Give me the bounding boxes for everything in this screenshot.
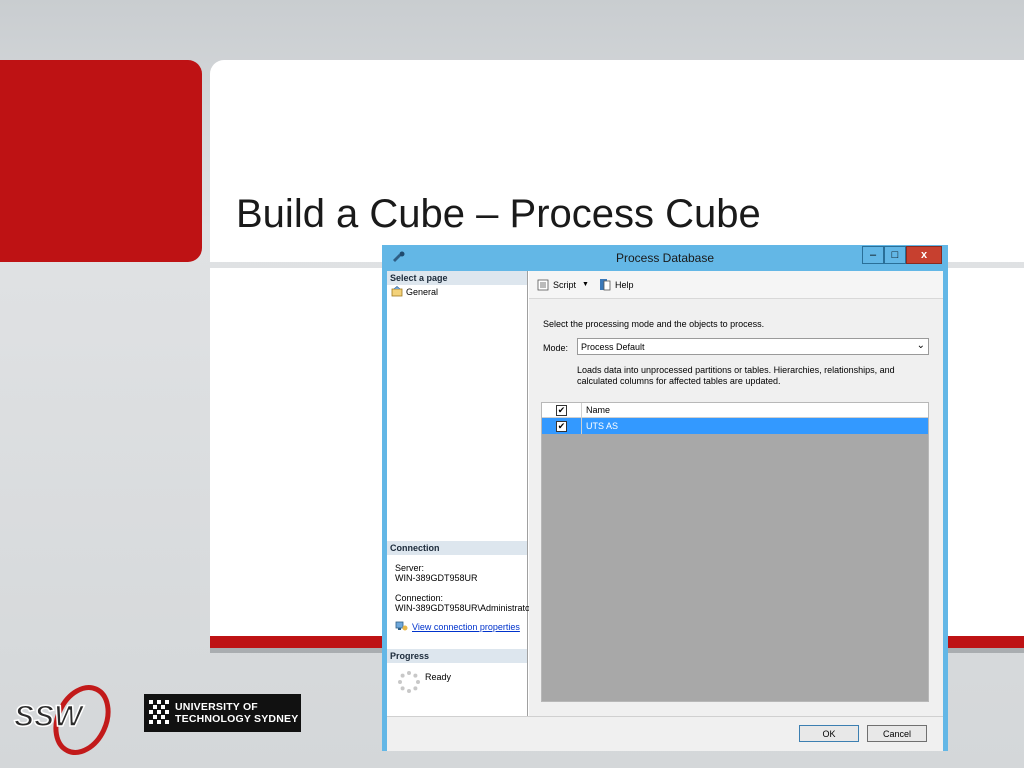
dialog-body: Select a page General Connection Server:…	[387, 271, 943, 716]
script-button[interactable]: Script ▼	[537, 279, 589, 291]
dialog-titlebar[interactable]: Process Database – □ x	[382, 245, 948, 271]
progress-spinner-icon	[398, 671, 420, 693]
chevron-down-icon[interactable]: ⌄	[917, 340, 925, 351]
general-page-icon	[391, 286, 403, 297]
uts-name-line1: UNIVERSITY OF	[175, 701, 258, 713]
mode-selected-value: Process Default	[581, 342, 645, 352]
help-button[interactable]: Help	[599, 278, 634, 291]
header-red-block	[0, 60, 202, 262]
mode-label: Mode:	[543, 343, 569, 353]
right-pane: Script ▼ Help Select the processing mode…	[529, 271, 943, 716]
progress-header: Progress	[387, 649, 527, 663]
uts-logo: UNIVERSITY OF TECHNOLOGY SYDNEY	[144, 694, 301, 732]
script-icon	[537, 279, 549, 290]
toolbar: Script ▼ Help	[529, 271, 943, 299]
table-row[interactable]: ✔ UTS AS	[542, 418, 928, 434]
ok-button[interactable]: OK	[799, 725, 859, 742]
page-item-label: General	[406, 286, 439, 297]
cube-app-icon	[393, 251, 405, 262]
connection-label: Connection:	[395, 593, 444, 603]
view-connection-properties-label: View connection properties	[412, 621, 520, 632]
mode-description: Loads data into unprocessed partitions o…	[577, 365, 895, 386]
help-icon	[599, 279, 611, 291]
svg-text:SSW: SSW	[14, 700, 85, 733]
mode-select[interactable]: Process Default ⌄	[577, 338, 929, 355]
progress-status: Ready	[397, 670, 451, 694]
script-dropdown-icon[interactable]: ▼	[582, 281, 589, 288]
uts-name-line2: TECHNOLOGY SYDNEY	[175, 713, 299, 725]
ssw-logo: SSW	[13, 685, 111, 755]
row-name: UTS AS	[586, 421, 619, 431]
server-value: WIN-389GDT958UR	[395, 573, 478, 583]
select-page-header: Select a page	[387, 271, 527, 285]
progress-status-text: Ready	[425, 672, 452, 682]
left-pane: Select a page General Connection Server:…	[387, 271, 531, 716]
cancel-button[interactable]: Cancel	[867, 725, 927, 742]
connection-properties-icon	[395, 621, 408, 631]
help-label: Help	[614, 279, 634, 290]
select-all-checkbox[interactable]: ✔	[556, 404, 567, 416]
process-database-dialog: Process Database – □ x Select a page Gen…	[382, 245, 948, 751]
page-item-general[interactable]: General	[391, 286, 438, 297]
uts-crest-icon	[149, 700, 169, 724]
instruction-text: Select the processing mode and the objec…	[543, 319, 765, 329]
objects-grid: ✔ Name ✔ UTS AS	[541, 402, 929, 702]
server-label: Server:	[395, 563, 425, 573]
row-checkbox[interactable]: ✔	[556, 420, 567, 432]
view-connection-properties-link[interactable]: View connection properties	[395, 621, 520, 632]
name-column-header[interactable]: Name	[582, 405, 610, 415]
close-button[interactable]: x	[906, 246, 942, 264]
connection-value: WIN-389GDT958UR\Administrato	[395, 603, 531, 613]
connection-header: Connection	[387, 541, 527, 555]
maximize-button[interactable]: □	[884, 246, 906, 264]
dialog-footer: OK Cancel	[387, 716, 943, 751]
grid-header: ✔ Name	[542, 403, 928, 418]
slide-title: Build a Cube – Process Cube	[236, 192, 761, 236]
script-label: Script	[553, 279, 577, 290]
minimize-button[interactable]: –	[862, 246, 884, 264]
